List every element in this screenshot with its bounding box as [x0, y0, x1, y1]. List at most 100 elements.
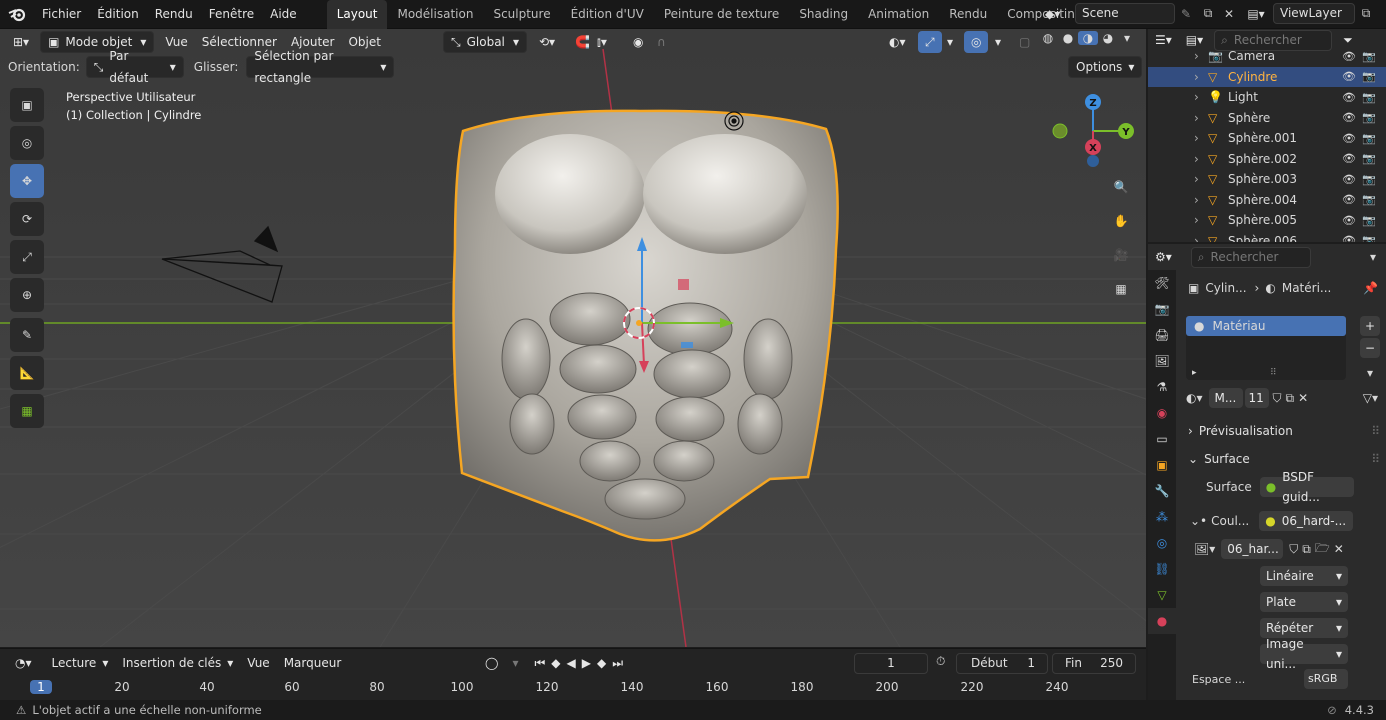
output-tab-icon[interactable]: 🖨: [1148, 322, 1176, 348]
prev-keyframe-icon[interactable]: ◆: [548, 652, 563, 674]
timeline-menu-2[interactable]: Vue: [240, 652, 276, 674]
chevron-right-icon[interactable]: ›: [1194, 152, 1208, 166]
current-frame-field[interactable]: 1: [854, 653, 928, 674]
solid-shading-icon[interactable]: ●: [1058, 31, 1078, 45]
chevron-right-icon[interactable]: ›: [1194, 213, 1208, 227]
outliner-item[interactable]: › ▽ Sphère.003 👁 📷: [1148, 169, 1386, 190]
timeline-menu-1[interactable]: Insertion de clés ▾: [115, 652, 240, 674]
outliner-item[interactable]: › ▽ Sphère.002 👁 📷: [1148, 149, 1386, 170]
wireframe-shading-icon[interactable]: ◍: [1038, 31, 1058, 45]
frame-ruler[interactable]: 1 20 40 60 80 100 120 140 160 180 200 220 240: [0, 677, 1146, 699]
measure-tool-icon[interactable]: 📐: [10, 356, 44, 390]
constraints-tab-icon[interactable]: ⛓: [1148, 556, 1176, 582]
workspace-tab-1[interactable]: Modélisation: [387, 0, 483, 29]
outliner-item[interactable]: › ▽ Sphère.004 👁 📷: [1148, 190, 1386, 211]
perspective-grid-icon[interactable]: ▦: [1106, 274, 1136, 304]
render-icon[interactable]: 📷: [1362, 152, 1376, 165]
eye-icon[interactable]: 👁: [1342, 111, 1356, 124]
image-name-field[interactable]: 06_har...: [1221, 539, 1284, 559]
pan-hand-icon[interactable]: ✋: [1106, 206, 1136, 236]
timeline-menu-3[interactable]: Marqueur: [277, 652, 349, 674]
menu-4[interactable]: Aide: [262, 0, 305, 29]
camera-view-icon[interactable]: 🎥: [1106, 240, 1136, 270]
drag-handle-icon[interactable]: ⠿: [1371, 446, 1380, 472]
eye-icon[interactable]: 👁: [1342, 70, 1356, 83]
navigation-gizmo[interactable]: Z Y X: [1050, 91, 1140, 171]
viewlayer-field[interactable]: ViewLayer: [1273, 3, 1355, 24]
outliner-item[interactable]: › ▽ Sphère.001 👁 📷: [1148, 128, 1386, 149]
collection-tab-icon[interactable]: ▭: [1148, 426, 1176, 452]
proportional-edit-icon[interactable]: ◉: [626, 31, 650, 53]
material-slot-item[interactable]: ● Matériau: [1186, 316, 1346, 336]
timeline-menu-0[interactable]: Lecture ▾: [45, 652, 116, 674]
overlays-icon[interactable]: ◎: [964, 31, 989, 53]
menu-2[interactable]: Rendu: [147, 0, 201, 29]
play-reverse-icon[interactable]: ◀: [564, 652, 579, 674]
render-icon[interactable]: 📷: [1362, 173, 1376, 186]
transform-orientation-select[interactable]: ⤡ Global ▾: [443, 31, 527, 53]
add-slot-button[interactable]: +: [1360, 316, 1380, 336]
jump-start-icon[interactable]: ⏮: [531, 652, 548, 674]
orientation-select[interactable]: ⤡ Par défaut ▾: [85, 49, 184, 85]
duplicate-icon[interactable]: ⧉: [1302, 542, 1311, 557]
workspace-tab-0[interactable]: Layout: [326, 0, 388, 29]
eye-icon[interactable]: 👁: [1342, 173, 1356, 186]
zoom-icon[interactable]: 🔍: [1106, 172, 1136, 202]
remove-scene-icon[interactable]: ✕: [1219, 7, 1239, 21]
eye-icon[interactable]: 👁: [1342, 214, 1356, 227]
outliner-item[interactable]: › 📷 Camera 👁 📷: [1148, 46, 1386, 67]
material-browse-icon[interactable]: ◐▾: [1186, 391, 1203, 405]
image-browse-icon[interactable]: 🖼▾: [1194, 542, 1215, 556]
chevron-right-icon[interactable]: ›: [1194, 172, 1208, 186]
menu-1[interactable]: Édition: [89, 0, 147, 29]
rendered-shading-icon[interactable]: ◕: [1098, 31, 1118, 45]
shading-dropdown-icon[interactable]: ▾: [1118, 31, 1136, 45]
chevron-down-icon[interactable]: ▾: [1360, 366, 1380, 380]
new-viewlayer-icon[interactable]: ⧉: [1355, 6, 1377, 21]
preview-panel-header[interactable]: › Prévisualisation ⠿: [1180, 418, 1386, 444]
properties-search-input[interactable]: ⌕ Rechercher: [1190, 246, 1311, 268]
gizmo-toggle-icon[interactable]: ⤢: [918, 31, 942, 53]
scale-tool-icon[interactable]: ⤢: [10, 240, 44, 274]
link-icon[interactable]: ▽▾: [1363, 391, 1378, 405]
open-folder-icon[interactable]: 🗁: [1315, 539, 1330, 560]
surface-shader-field[interactable]: ● BSDF guid...: [1259, 470, 1354, 504]
world-tab-icon[interactable]: ◉: [1148, 400, 1176, 426]
select-box-tool-icon[interactable]: ▣: [10, 88, 44, 122]
falloff-icon[interactable]: ∩: [650, 31, 673, 53]
pin-icon[interactable]: ✎: [1175, 7, 1197, 21]
menu-0[interactable]: Fichier: [34, 0, 89, 29]
material-shading-icon[interactable]: ◑: [1078, 31, 1098, 45]
transform-tool-icon[interactable]: ⊕: [10, 278, 44, 312]
viewlayer-icon[interactable]: ▤▾: [1239, 7, 1273, 21]
colorspace-select[interactable]: sRGB: [1304, 669, 1348, 689]
modifiers-tab-icon[interactable]: 🔧: [1148, 478, 1176, 504]
end-frame-field[interactable]: Fin 250: [1052, 653, 1136, 674]
new-scene-icon[interactable]: ⧉: [1197, 6, 1219, 21]
render-icon[interactable]: 📷: [1362, 193, 1376, 206]
start-frame-field[interactable]: Début 1: [956, 653, 1048, 674]
overlays-dropdown-icon[interactable]: ▾: [988, 31, 1008, 53]
fake-user-icon[interactable]: ⛉: [1273, 391, 1282, 406]
outliner-item[interactable]: › ▽ Sphère 👁 📷: [1148, 108, 1386, 129]
fake-user-icon[interactable]: ⛉: [1289, 542, 1298, 557]
material-name-field[interactable]: M...: [1208, 388, 1243, 408]
object-tab-icon[interactable]: ▣: [1148, 452, 1176, 478]
chevron-right-icon[interactable]: ›: [1194, 90, 1208, 104]
view-layer-tab-icon[interactable]: 🖼: [1148, 348, 1176, 374]
render-icon[interactable]: 📷: [1362, 234, 1376, 242]
color-input-field[interactable]: ● 06_hard-...: [1259, 511, 1354, 531]
render-icon[interactable]: 📷: [1362, 214, 1376, 227]
chevron-down-icon[interactable]: ▾: [1370, 250, 1376, 264]
eye-icon[interactable]: 👁: [1342, 193, 1356, 206]
render-icon[interactable]: 📷: [1362, 132, 1376, 145]
visibility-icon[interactable]: ◐▾: [882, 31, 913, 53]
jump-end-icon[interactable]: ⏭: [609, 652, 626, 674]
outliner-item[interactable]: › ▽ Sphère.006 👁 📷: [1148, 231, 1386, 242]
render-icon[interactable]: 📷: [1362, 91, 1376, 104]
workspace-tab-3[interactable]: Édition d'UV: [561, 0, 654, 29]
rotate-tool-icon[interactable]: ⟳: [10, 202, 44, 236]
chevron-right-icon[interactable]: ›: [1194, 131, 1208, 145]
chevron-down-icon[interactable]: ⌄•: [1190, 514, 1207, 528]
resize-handle-icon[interactable]: ⠿: [1270, 368, 1277, 378]
